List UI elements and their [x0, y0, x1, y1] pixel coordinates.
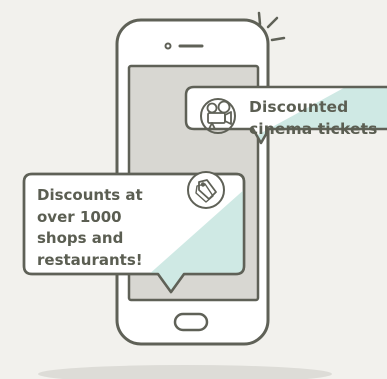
callout-shops-line: shops and — [37, 229, 124, 247]
callout-shops-line: restaurants! — [37, 250, 143, 269]
price-tag-icon — [187, 171, 225, 209]
callout-cinema-line: Discounted — [249, 98, 349, 116]
callout-shops-line: over 1000 — [37, 207, 122, 226]
ground-shadow — [38, 365, 332, 379]
callout-cinema-line: cinema tickets — [249, 120, 378, 138]
callout-cinema-text: Discounted cinema tickets — [249, 96, 377, 140]
home-button — [173, 312, 209, 332]
callout-shops-text: Discounts at over 1000 shops and restaur… — [37, 185, 143, 271]
illustration-stage: Discounted cinema tickets Discounts at o… — [0, 0, 387, 379]
callout-shops-line: Discounts at — [37, 186, 143, 204]
